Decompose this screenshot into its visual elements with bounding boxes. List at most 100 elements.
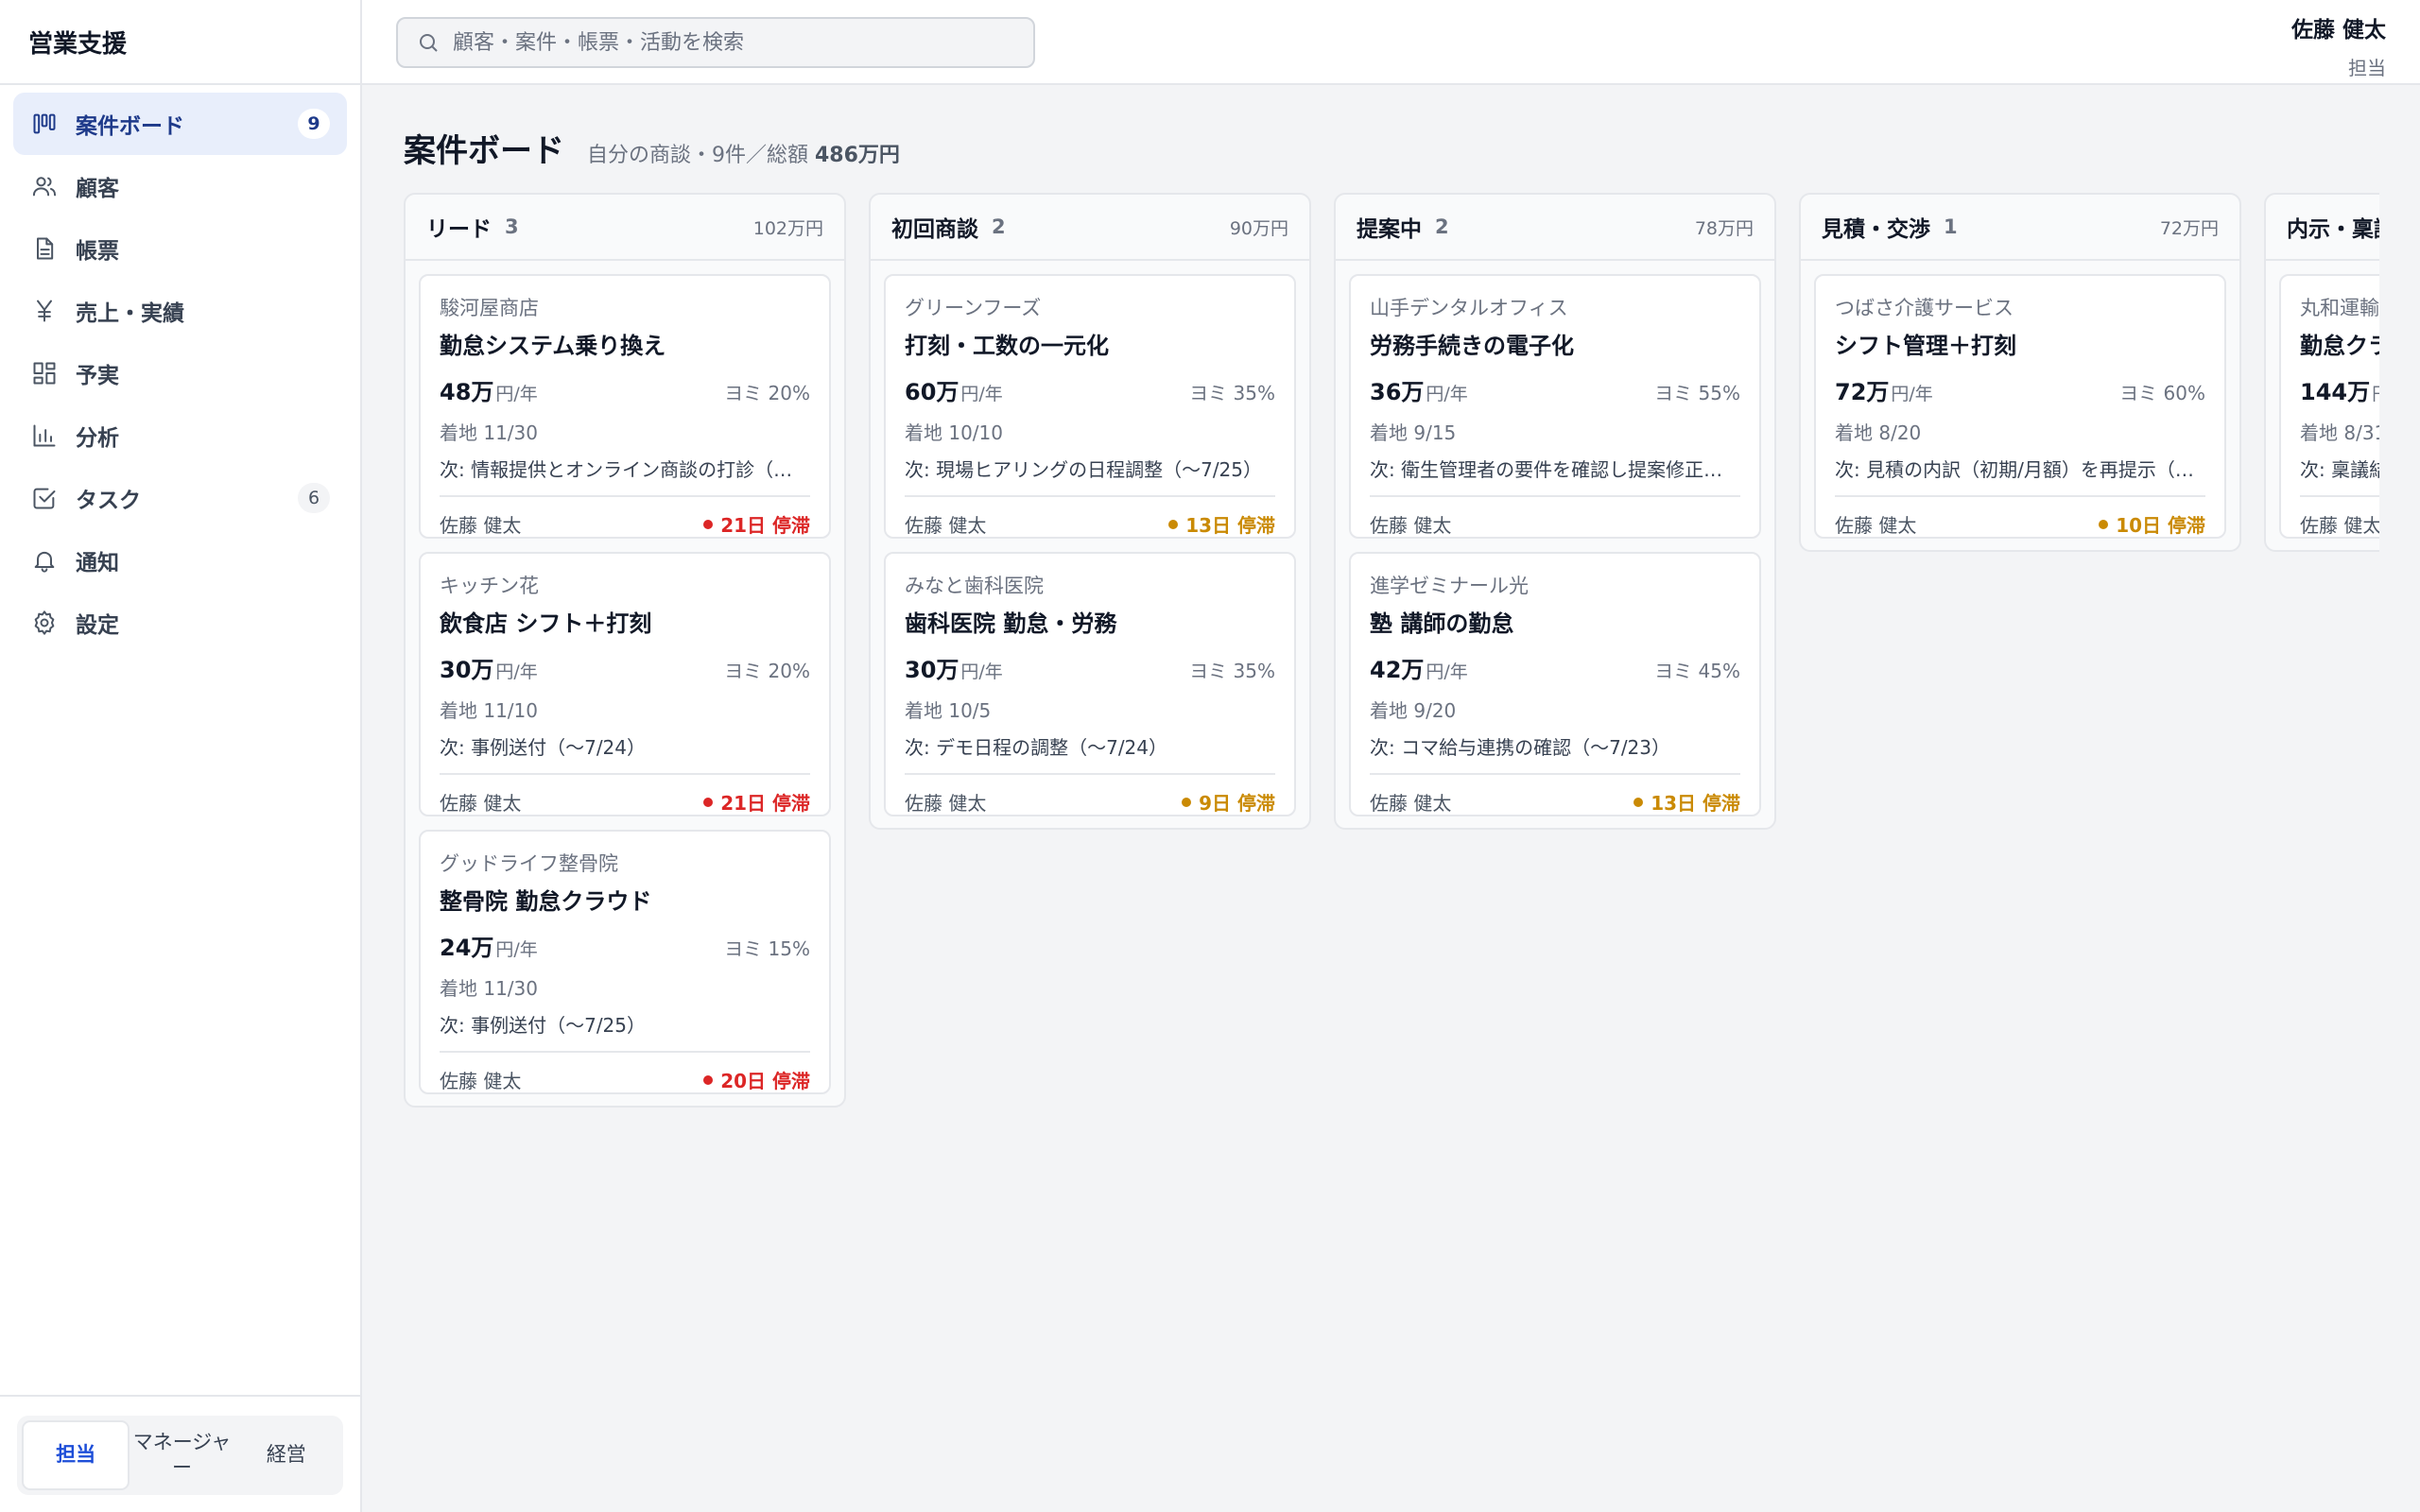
deal-amount: 36万 — [1370, 379, 1425, 405]
company-name: 山手デンタルオフィス — [1370, 297, 1568, 319]
owner-name: 佐藤 健太 — [2300, 514, 2379, 537]
deal-amount-row: 42万 円/年 ヨミ 45% — [1370, 651, 1740, 684]
sidebar-item-label: 分析 — [76, 426, 119, 451]
status-dot-icon — [1182, 797, 1192, 807]
deal-card[interactable]: グッドライフ整骨院 整骨院 勤怠クラウド 24万 円/年 ヨミ 15% 着地 11/30 次… — [419, 830, 831, 1094]
deal-card[interactable]: 進学ゼミナール光塾 講師の勤怠 42万 円/年 ヨミ 45% 着地 9/20 次: コマ給… — [1349, 552, 1761, 816]
deal-amount: 24万 — [440, 935, 494, 961]
page-subtitle-text: 自分の商談・9件／総額 — [587, 144, 815, 167]
next-action: 次: 情報提供とオンライン商談の打診（〜7/24） — [440, 458, 810, 481]
sidebar-item-4[interactable]: 予実 — [13, 342, 347, 404]
sidebar-item-6[interactable]: タスク 6 — [13, 467, 347, 529]
page-subtitle: 自分の商談・9件／総額 486万円 — [587, 138, 900, 168]
user-menu[interactable]: 佐藤 健太 担当 — [2291, 11, 2386, 80]
win-probability: ヨミ 55% — [1654, 382, 1740, 404]
deal-amount-row: 30万 円/年 ヨミ 20% — [440, 651, 810, 684]
card-footer: 佐藤 健太 13日 停滞 — [1370, 773, 1740, 816]
column-count: 1 — [1944, 215, 1958, 238]
amount-unit: 円/年 — [495, 939, 538, 960]
column-header: 初回商談 2 90万円 — [871, 195, 1309, 261]
amount-unit: 円/年 — [960, 662, 1003, 682]
deal-title: 飲食店 シフト＋打刻 — [440, 610, 652, 637]
next-action: 次: 現場ヒアリングの日程調整（〜7/25） — [905, 458, 1263, 481]
column-title: 提案中 — [1357, 217, 1422, 242]
page-title: 案件ボード — [404, 132, 564, 170]
app-title: 営業支援 — [0, 0, 360, 85]
bell-icon — [30, 546, 59, 575]
sidebar: 営業支援 案件ボード 9 顧客帳票売上・実績 予実分析タスク 6 通知設定 担当 マネージャ… — [0, 0, 362, 1512]
sidebar-item-label: 設定 — [76, 613, 119, 638]
deal-title: 整骨院 勤怠クラウド — [440, 888, 652, 915]
kanban-column: リード 3 102万円駿河屋商店 勤怠システム乗り換え 48万 円/年 ヨミ 20% 着地 1… — [404, 193, 846, 1108]
deal-amount: 42万 — [1370, 657, 1425, 683]
role-button-0[interactable]: 担当 — [22, 1420, 130, 1490]
deal-amount-row: 24万 円/年 ヨミ 15% — [440, 929, 810, 962]
kanban-icon-svg — [33, 113, 56, 134]
deal-title: 歯科医院 勤怠・労務 — [905, 610, 1117, 637]
deal-card[interactable]: みなと歯科医院 歯科医院 勤怠・労務 30万 円/年 ヨミ 35% 着地 10/5 次: デ… — [884, 552, 1296, 816]
dashboard-icon-svg — [33, 362, 56, 385]
win-probability: ヨミ 15% — [724, 937, 810, 960]
deal-amount-row: 48万 円/年 ヨミ 20% — [440, 373, 810, 406]
company-name: 丸和運輸倉庫 — [2300, 297, 2379, 319]
next-action: 次: コマ給与連携の確認（〜7/23） — [1370, 736, 1671, 759]
sidebar-item-2[interactable]: 帳票 — [13, 217, 347, 280]
deal-card[interactable]: 丸和運輸倉庫勤怠クラウド 144万円/年着地 8/31 次: 稟議結果佐藤 健太 — [2279, 274, 2379, 539]
role-switch: 担当 マネージャー 経営 — [17, 1416, 343, 1495]
status-dot-icon — [703, 519, 714, 529]
company-name: グリーンフーズ — [905, 297, 1042, 319]
card-footer: 佐藤 健太 21日 停滞 — [440, 495, 810, 538]
column-title: リード — [426, 217, 492, 242]
deal-card[interactable]: キッチン花 飲食店 シフト＋打刻 30万 円/年 ヨミ 20% 着地 11/10 次: 事例… — [419, 552, 831, 816]
card-footer: 佐藤 健太 — [1370, 495, 1740, 538]
owner-name: 佐藤 健太 — [440, 514, 522, 537]
deal-amount: 144万 — [2300, 379, 2371, 405]
search-box[interactable] — [396, 17, 1035, 68]
column-total: 78万円 — [1694, 217, 1754, 239]
sidebar-item-label: 帳票 — [76, 239, 119, 264]
company-name: つばさ介護サービス — [1835, 297, 2014, 319]
amount-unit: 円/年 — [960, 384, 1003, 404]
main-content: 案件ボード 自分の商談・9件／総額 486万円 リード 3 102万円 駿河屋商店 勤怠… — [362, 85, 2420, 1512]
column-title: 初回商談 — [891, 217, 978, 242]
kanban-column: 内示・稟議丸和運輸倉庫勤怠クラウド 144万円/年着地 8/31 次: 稟議結果佐藤… — [2264, 193, 2379, 552]
status-dot-icon — [2099, 519, 2109, 529]
sidebar-item-label: 通知 — [76, 551, 119, 576]
role-button-1[interactable]: マネージャー — [130, 1420, 233, 1490]
deal-card[interactable]: 駿河屋商店 勤怠システム乗り換え 48万 円/年 ヨミ 20% 着地 11/30 次: 情報… — [419, 274, 831, 539]
deal-card[interactable]: つばさ介護サービス シフト管理＋打刻 72万 円/年 ヨミ 60% 着地 8/20 次: 見… — [1814, 274, 2226, 539]
deal-card[interactable]: 山手デンタルオフィス 労務手続きの電子化 36万 円/年 ヨミ 55% 着地 9/15 次:… — [1349, 274, 1761, 539]
topbar: 佐藤 健太 担当 — [362, 0, 2420, 85]
company-name: キッチン花 — [440, 575, 539, 597]
stale-badge: 13日 停滞 — [1168, 510, 1275, 538]
bar-chart-icon-svg — [33, 424, 56, 447]
deal-title: 勤怠クラウド — [2300, 333, 2379, 359]
sidebar-item-8[interactable]: 設定 — [13, 592, 347, 654]
stale-badge: 9日 停滞 — [1182, 788, 1275, 816]
amount-unit: 円/年 — [1426, 384, 1468, 404]
deal-amount-row: 60万 円/年 ヨミ 35% — [905, 373, 1275, 406]
search-input[interactable] — [453, 30, 1001, 55]
page-header: 案件ボード 自分の商談・9件／総額 486万円 — [404, 125, 900, 171]
deal-amount-row: 72万 円/年 ヨミ 60% — [1835, 373, 2205, 406]
deal-title: 労務手続きの電子化 — [1370, 333, 1574, 359]
stale-badge: 21日 停滞 — [703, 788, 810, 816]
sidebar-item-5[interactable]: 分析 — [13, 404, 347, 467]
sidebar-item-0[interactable]: 案件ボード 9 — [13, 93, 347, 155]
column-header: リード 3 102万円 — [406, 195, 844, 261]
company-name: グッドライフ整骨院 — [440, 852, 618, 875]
stale-days: 21日 停滞 — [720, 514, 810, 537]
deal-amount: 30万 — [440, 657, 494, 683]
deal-card[interactable]: グリーンフーズ 打刻・工数の一元化 60万 円/年 ヨミ 35% 着地 10/10 次: 現… — [884, 274, 1296, 539]
owner-name: 佐藤 健太 — [440, 1070, 522, 1092]
role-button-2[interactable]: 経営 — [234, 1420, 338, 1490]
role-switch-area: 担当 マネージャー 経営 — [0, 1395, 360, 1512]
stale-days: 13日 停滞 — [1651, 792, 1740, 815]
document-icon — [30, 234, 59, 263]
search-icon — [420, 34, 438, 52]
sidebar-item-3[interactable]: 売上・実績 — [13, 280, 347, 342]
sidebar-item-1[interactable]: 顧客 — [13, 155, 347, 217]
card-footer: 佐藤 健太 — [2300, 495, 2379, 538]
company-name: 駿河屋商店 — [440, 297, 539, 319]
sidebar-item-7[interactable]: 通知 — [13, 529, 347, 592]
